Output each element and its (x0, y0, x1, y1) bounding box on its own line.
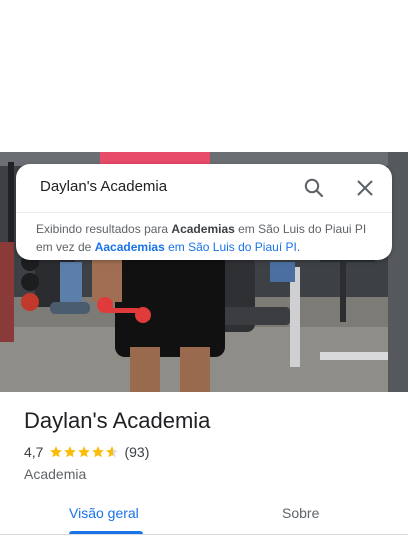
suggestion-original-term: Aacademias (94, 240, 165, 254)
suggestion-middle: em vez de (36, 240, 95, 254)
spelling-suggestion: Exibindo resultados para Academias em Sã… (36, 220, 376, 256)
star-icon (64, 446, 77, 458)
star-icon (92, 446, 105, 458)
tab-about[interactable]: Sobre (282, 505, 319, 521)
search-icon[interactable] (302, 176, 326, 200)
review-count[interactable]: (93) (124, 444, 149, 460)
tabs-divider (0, 534, 408, 535)
search-bar[interactable]: Daylan's Academia (16, 164, 392, 212)
suggestion-corrected-term: Academias (171, 222, 235, 236)
close-icon[interactable] (353, 176, 377, 200)
suggestion-prefix: Exibindo resultados para (36, 222, 172, 236)
place-title: Daylan's Academia (24, 408, 211, 433)
search-query-text[interactable]: Daylan's Academia (40, 178, 167, 195)
star-icon (78, 446, 91, 458)
tab-overview[interactable]: Visão geral (69, 505, 139, 521)
place-category[interactable]: Academia (24, 466, 86, 482)
rating-stars (49, 445, 119, 459)
suggestion-suffix: . (296, 240, 301, 254)
suggestion-corrected-location: em São Luis do Piaui PI (234, 222, 367, 236)
search-divider (16, 212, 392, 213)
rating-value: 4,7 (24, 444, 44, 460)
star-half-icon (106, 446, 119, 458)
search-card: Daylan's Academia Exibindo resultados pa… (16, 164, 392, 260)
rating-row[interactable]: 4,7 (93) (24, 444, 149, 460)
suggestion-original-location: em São Luis do Piauí PI (164, 240, 297, 254)
search-original-link[interactable]: Aacademias em São Luis do Piauí PI (95, 240, 297, 254)
star-icon (50, 446, 63, 458)
blank-top-area (0, 0, 408, 152)
